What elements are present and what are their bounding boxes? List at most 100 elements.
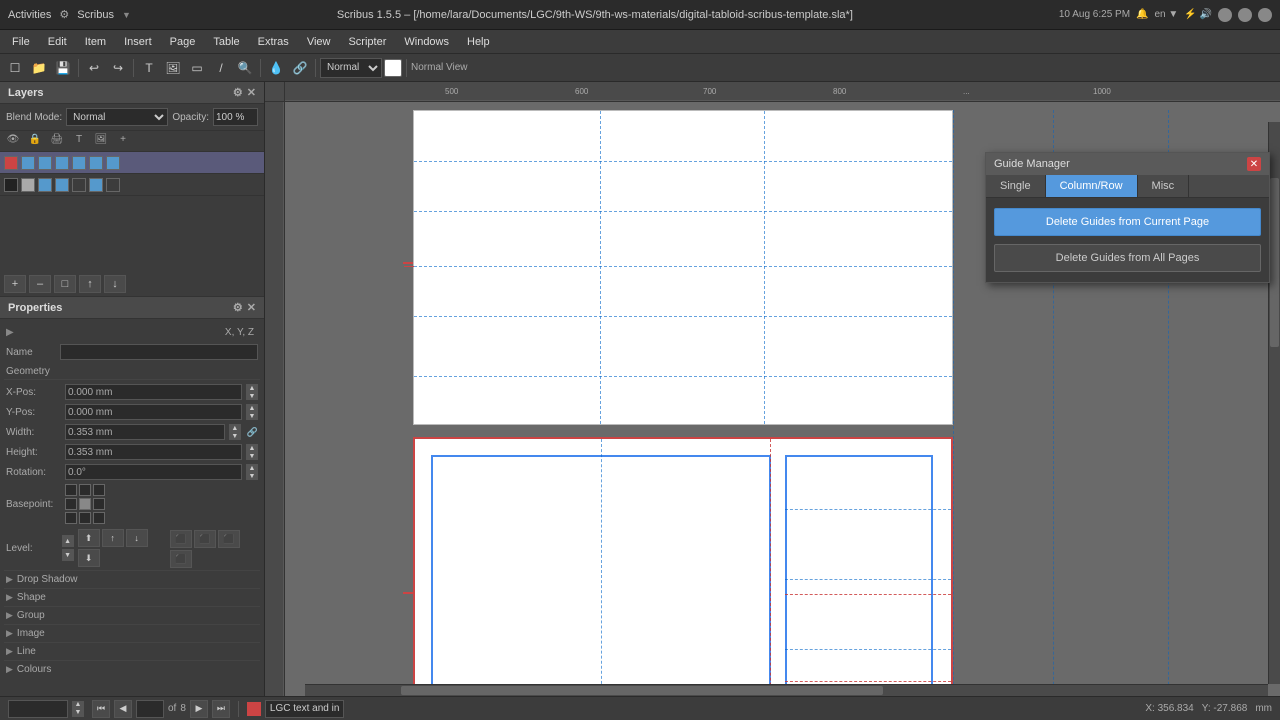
properties-close-icon[interactable]: ✕: [247, 301, 256, 314]
maximize-button[interactable]: [1238, 8, 1252, 22]
menu-scripter[interactable]: Scripter: [340, 34, 394, 50]
current-page-input[interactable]: 6: [136, 700, 164, 718]
canvas-content[interactable]: Guide Manager ✕ Single Column/Row Misc D…: [285, 102, 1280, 696]
layer-print-cell[interactable]: [55, 156, 69, 170]
bp-br[interactable]: [93, 512, 105, 524]
bp-bl[interactable]: [65, 512, 77, 524]
bp-mc[interactable]: [79, 498, 91, 510]
layer-print-cell[interactable]: [55, 178, 69, 192]
rotation-down[interactable]: ▼: [246, 472, 258, 480]
line-section[interactable]: ▶ Line: [4, 642, 260, 660]
undo-button[interactable]: ↩: [83, 57, 105, 79]
properties-settings-icon[interactable]: ⚙: [233, 301, 243, 314]
image-tool[interactable]: 🖼: [162, 57, 184, 79]
link-icon[interactable]: 🔗: [247, 427, 258, 438]
height-down[interactable]: ▼: [246, 452, 258, 460]
menu-file[interactable]: File: [4, 34, 38, 50]
eye-dropper[interactable]: 💧: [265, 57, 287, 79]
zoom-input[interactable]: 50.00 %: [8, 700, 68, 718]
layer-eye-cell[interactable]: [21, 178, 35, 192]
zoom-tool[interactable]: 🔍: [234, 57, 256, 79]
layers-close-icon[interactable]: ✕: [247, 86, 256, 99]
menu-table[interactable]: Table: [205, 34, 247, 50]
tab-single[interactable]: Single: [986, 175, 1046, 197]
zoom-up[interactable]: ▲: [72, 701, 84, 709]
opacity-input[interactable]: [213, 108, 258, 126]
ypos-down[interactable]: ▼: [246, 412, 258, 420]
mode-select[interactable]: Normal Preview: [320, 58, 382, 78]
bp-tr[interactable]: [93, 484, 105, 496]
open-button[interactable]: 📁: [28, 57, 50, 79]
menu-insert[interactable]: Insert: [116, 34, 160, 50]
xpos-down[interactable]: ▼: [246, 392, 258, 400]
menu-view[interactable]: View: [299, 34, 339, 50]
ypos-up[interactable]: ▲: [246, 404, 258, 412]
last-page-button[interactable]: ⏭: [212, 700, 230, 718]
level-down[interactable]: ▼: [62, 549, 74, 561]
width-up[interactable]: ▲: [229, 424, 241, 432]
text-tool[interactable]: T: [138, 57, 160, 79]
add-layer-button[interactable]: +: [4, 275, 26, 293]
layers-settings-icon[interactable]: ⚙: [233, 86, 243, 99]
align-left[interactable]: ⬛: [170, 530, 192, 548]
align-right[interactable]: ⬛: [218, 530, 240, 548]
layer-img-cell[interactable]: [89, 156, 103, 170]
first-page-button[interactable]: ⏮: [92, 700, 110, 718]
line-tool[interactable]: /: [210, 57, 232, 79]
xpos-up[interactable]: ▲: [246, 384, 258, 392]
layer-img-cell[interactable]: [89, 178, 103, 192]
delete-all-pages-button[interactable]: Delete Guides from All Pages: [994, 244, 1261, 272]
height-up[interactable]: ▲: [246, 444, 258, 452]
raise-button[interactable]: ↑: [102, 529, 124, 547]
canvas-area[interactable]: 500 600 700 800 ... 1000: [265, 82, 1280, 696]
menu-windows[interactable]: Windows: [396, 34, 457, 50]
layer-lock-cell[interactable]: [38, 156, 52, 170]
layer-text-cell[interactable]: [72, 156, 86, 170]
width-down[interactable]: ▼: [229, 432, 241, 440]
layer-eye-cell[interactable]: [21, 156, 35, 170]
layer-lock-cell[interactable]: [38, 178, 52, 192]
colours-section[interactable]: ▶ Colours: [4, 660, 260, 678]
delete-layer-button[interactable]: –: [29, 275, 51, 293]
align-center-h[interactable]: ⬛: [194, 530, 216, 548]
bp-ml[interactable]: [65, 498, 77, 510]
bp-mr[interactable]: [93, 498, 105, 510]
menu-extras[interactable]: Extras: [250, 34, 297, 50]
name-input[interactable]: [60, 344, 258, 360]
layer-text-cell[interactable]: [72, 178, 86, 192]
group-section[interactable]: ▶ Group: [4, 606, 260, 624]
menu-item[interactable]: Item: [77, 34, 114, 50]
shape-tool[interactable]: ▭: [186, 57, 208, 79]
menu-page[interactable]: Page: [162, 34, 204, 50]
close-button[interactable]: [1258, 8, 1272, 22]
menu-help[interactable]: Help: [459, 34, 498, 50]
menu-edit[interactable]: Edit: [40, 34, 75, 50]
tab-misc[interactable]: Misc: [1138, 175, 1190, 197]
color-swatch[interactable]: [384, 59, 402, 77]
guide-manager-titlebar[interactable]: Guide Manager ✕: [986, 153, 1269, 175]
bp-bc[interactable]: [79, 512, 91, 524]
tab-column-row[interactable]: Column/Row: [1046, 175, 1138, 197]
save-button[interactable]: 💾: [52, 57, 74, 79]
layer-extra-cell[interactable]: [106, 178, 120, 192]
bp-tc[interactable]: [79, 484, 91, 496]
blend-mode-select[interactable]: Normal: [66, 108, 168, 126]
to-back-button[interactable]: ⬇: [78, 549, 100, 567]
scrollbar-horizontal[interactable]: [305, 684, 1268, 696]
image-section[interactable]: ▶ Image: [4, 624, 260, 642]
bp-tl[interactable]: [65, 484, 77, 496]
minimize-button[interactable]: [1218, 8, 1232, 22]
move-down-layer-button[interactable]: ↓: [104, 275, 126, 293]
scrollbar-thumb-v[interactable]: [1270, 178, 1279, 347]
guide-manager-close-button[interactable]: ✕: [1247, 157, 1261, 171]
layer-extra-cell[interactable]: [106, 156, 120, 170]
layer-row[interactable]: [0, 152, 264, 174]
layer-row[interactable]: [0, 174, 264, 196]
align-top[interactable]: ⬛: [170, 550, 192, 568]
scrollbar-thumb-h[interactable]: [401, 686, 883, 695]
level-up[interactable]: ▲: [62, 535, 74, 547]
new-button[interactable]: ☐: [4, 57, 26, 79]
shape-section[interactable]: ▶ Shape: [4, 588, 260, 606]
lower-button[interactable]: ↓: [126, 529, 148, 547]
duplicate-layer-button[interactable]: □: [54, 275, 76, 293]
